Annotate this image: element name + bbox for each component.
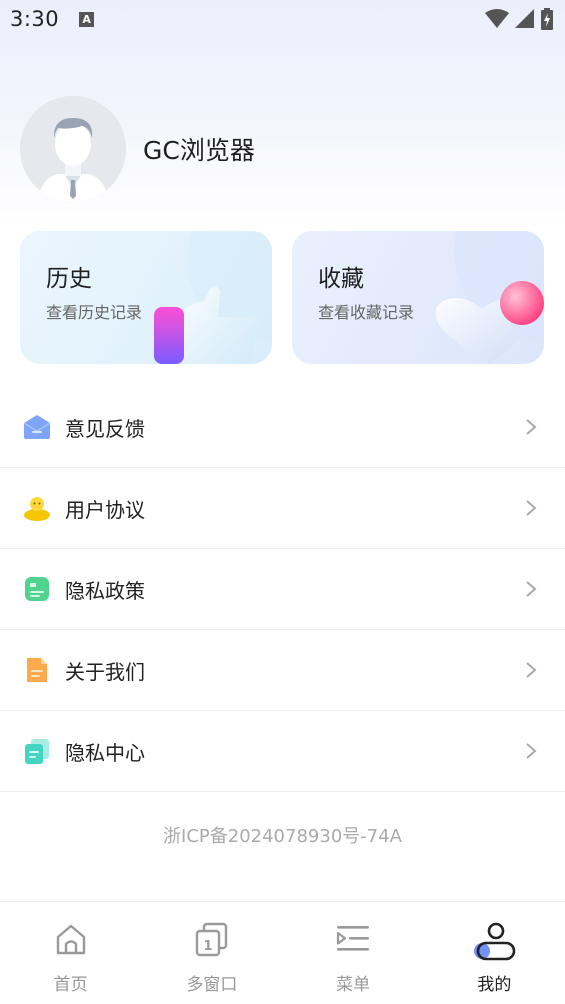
menu-label-feedback: 意见反馈 bbox=[65, 416, 145, 441]
tab-profile[interactable]: 我的 bbox=[424, 902, 565, 1004]
avatar[interactable] bbox=[20, 96, 126, 202]
menu-label-privacy-center: 隐私中心 bbox=[65, 740, 145, 765]
tab-label-menu: 菜单 bbox=[336, 975, 371, 995]
tab-label-home: 首页 bbox=[53, 975, 88, 995]
app-name: GC浏览器 bbox=[143, 136, 255, 165]
default-avatar-icon bbox=[20, 96, 126, 202]
menu-item-feedback[interactable]: 意见反馈 bbox=[0, 387, 565, 468]
chevron-right-icon bbox=[526, 743, 537, 759]
menu-item-privacy-policy[interactable]: 隐私政策 bbox=[0, 549, 565, 630]
favorites-title: 收藏 bbox=[318, 266, 364, 292]
menu-item-privacy-center[interactable]: 隐私中心 bbox=[0, 711, 565, 792]
status-time: 3:30 bbox=[10, 7, 60, 31]
tab-menu[interactable]: 菜单 bbox=[283, 902, 424, 1004]
chevron-right-icon bbox=[526, 581, 537, 597]
tab-label-profile: 我的 bbox=[477, 975, 512, 995]
menu-item-user-agreement[interactable]: 用户协议 bbox=[0, 468, 565, 549]
status-icons bbox=[485, 8, 553, 30]
profile-header: GC浏览器 bbox=[20, 96, 255, 202]
privacy-policy-icon bbox=[25, 577, 49, 601]
chevron-right-icon bbox=[526, 419, 537, 435]
user-agreement-icon bbox=[24, 497, 50, 521]
thumbs-up-illustration-icon bbox=[154, 231, 272, 364]
signal-icon bbox=[515, 9, 534, 28]
tab-home[interactable]: 首页 bbox=[0, 902, 141, 1004]
history-title: 历史 bbox=[46, 266, 92, 292]
icp-record: 浙ICP备2024078930号-74A bbox=[163, 826, 402, 847]
svg-text:1: 1 bbox=[203, 939, 212, 954]
history-subtitle: 查看历史记录 bbox=[46, 303, 143, 322]
home-icon bbox=[56, 924, 85, 955]
notification-icon: A bbox=[79, 11, 95, 27]
chevron-right-icon bbox=[526, 662, 537, 678]
favorites-card[interactable]: 收藏 查看收藏记录 bbox=[292, 231, 544, 364]
favorites-subtitle: 查看收藏记录 bbox=[318, 303, 415, 322]
feedback-icon bbox=[23, 415, 51, 439]
multi-window-icon: 1 bbox=[195, 922, 228, 957]
about-us-icon bbox=[27, 658, 47, 682]
status-bar: 3:30 A bbox=[0, 0, 565, 38]
bottom-tab-bar: 首页 1 多窗口 菜单 我的 bbox=[0, 901, 565, 1004]
chevron-right-icon bbox=[526, 500, 537, 516]
heart-illustration-icon bbox=[435, 231, 544, 364]
wifi-icon bbox=[485, 9, 509, 28]
menu-icon bbox=[337, 926, 370, 951]
tab-multi-window[interactable]: 1 多窗口 bbox=[141, 902, 282, 1004]
profile-icon bbox=[474, 922, 516, 961]
privacy-center-icon bbox=[25, 739, 49, 764]
battery-icon bbox=[541, 8, 553, 30]
settings-menu: 意见反馈 用户协议 隐私政策 关于我们 隐私中心 bbox=[0, 387, 565, 792]
menu-label-privacy-policy: 隐私政策 bbox=[65, 578, 145, 603]
menu-item-about-us[interactable]: 关于我们 bbox=[0, 630, 565, 711]
history-card[interactable]: 历史 查看历史记录 bbox=[20, 231, 272, 364]
menu-label-about-us: 关于我们 bbox=[65, 659, 145, 684]
menu-label-user-agreement: 用户协议 bbox=[65, 497, 145, 522]
tab-label-multi-window: 多窗口 bbox=[186, 975, 238, 995]
